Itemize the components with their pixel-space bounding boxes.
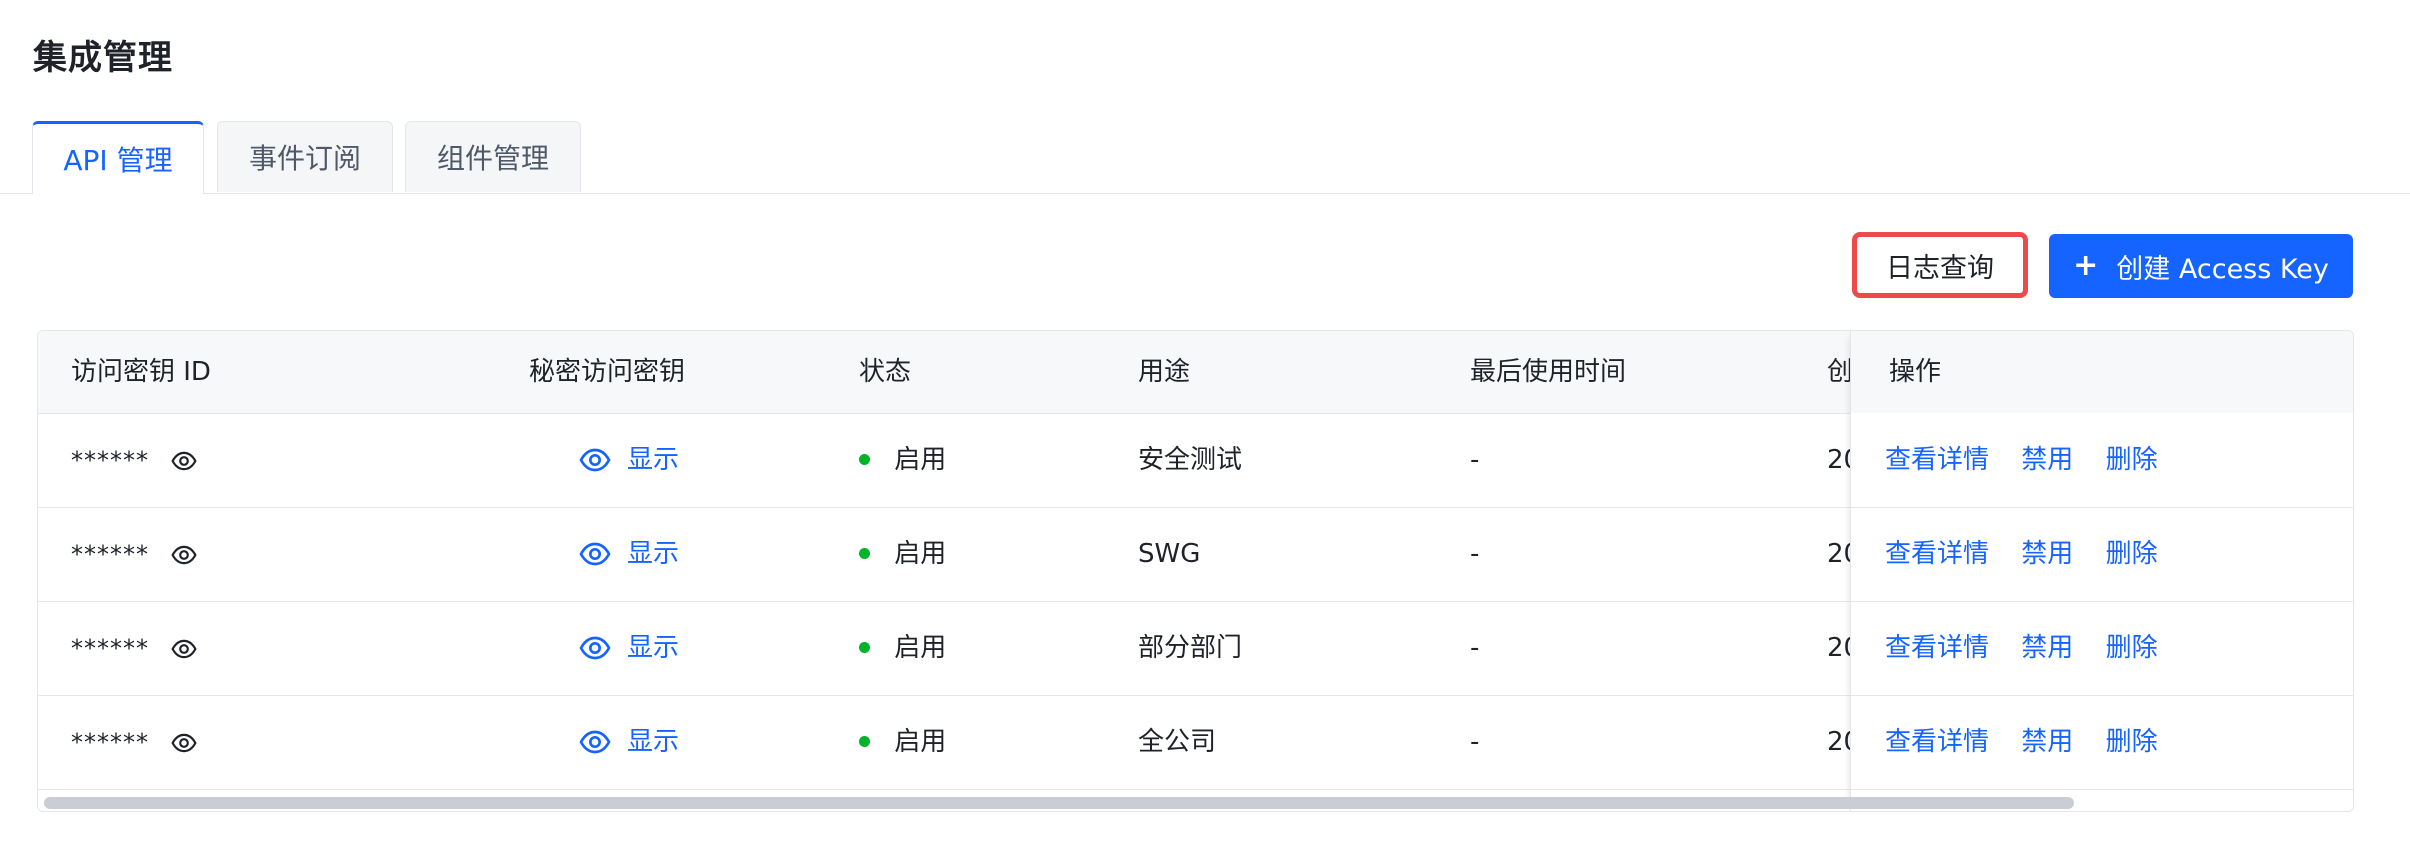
- header-ops: 操作: [1889, 357, 1942, 387]
- ops-row: 查看详情 禁用 删除: [1850, 601, 2353, 696]
- create-access-key-label: 创建 Access Key: [2116, 253, 2329, 285]
- tab-component-management[interactable]: 组件管理: [405, 121, 581, 192]
- show-secret-link[interactable]: 显示: [579, 413, 679, 507]
- last-used-cell: -: [1470, 539, 1480, 569]
- secret-cell: 显示: [529, 695, 829, 789]
- ops-cell: 查看详情 禁用 删除: [1885, 507, 2353, 601]
- key-id-cell: ******: [71, 601, 511, 695]
- header-last-used: 最后使用时间: [1470, 357, 1627, 387]
- status-dot: [859, 735, 870, 747]
- tab-bar: API 管理 事件订阅 组件管理: [0, 121, 2410, 194]
- view-detail-link[interactable]: 查看详情: [1885, 633, 1989, 663]
- key-id-masked: ******: [71, 634, 149, 663]
- show-secret-label: 显示: [627, 445, 680, 475]
- key-id-cell: ******: [71, 507, 511, 601]
- show-secret-link[interactable]: 显示: [579, 601, 679, 695]
- tab-event-subscription[interactable]: 事件订阅: [217, 121, 393, 192]
- status-cell: 启用: [859, 695, 1119, 789]
- show-secret-label: 显示: [627, 727, 680, 757]
- delete-link[interactable]: 删除: [2106, 539, 2158, 569]
- status-cell: 启用: [859, 601, 1119, 695]
- last-used-cell: -: [1470, 633, 1480, 663]
- eye-icon[interactable]: [171, 636, 197, 662]
- header-secret: 秘密访问密钥: [529, 357, 686, 387]
- key-id-cell: ******: [71, 695, 511, 789]
- eye-icon: [579, 730, 611, 754]
- view-detail-link[interactable]: 查看详情: [1885, 539, 1989, 569]
- disable-link[interactable]: 禁用: [2021, 445, 2073, 475]
- delete-link[interactable]: 删除: [2106, 445, 2158, 475]
- last-used-cell: -: [1470, 727, 1480, 757]
- delete-link[interactable]: 删除: [2106, 633, 2158, 663]
- eye-icon[interactable]: [171, 448, 197, 474]
- disable-link[interactable]: 禁用: [2021, 539, 2073, 569]
- key-id-masked: ******: [71, 540, 149, 569]
- secret-cell: 显示: [529, 507, 829, 601]
- status-text: 启用: [894, 445, 947, 475]
- eye-icon[interactable]: [171, 730, 197, 756]
- usage-cell: SWG: [1138, 539, 1201, 569]
- view-detail-link[interactable]: 查看详情: [1885, 727, 1989, 757]
- eye-icon[interactable]: [171, 542, 197, 568]
- show-secret-link[interactable]: 显示: [579, 695, 679, 789]
- disable-link[interactable]: 禁用: [2021, 727, 2073, 757]
- header-status: 状态: [859, 357, 912, 387]
- ops-cell: 查看详情 禁用 删除: [1885, 695, 2353, 789]
- horizontal-scrollbar[interactable]: [44, 797, 2074, 809]
- usage-cell: 全公司: [1138, 727, 1217, 757]
- tab-api-management[interactable]: API 管理: [32, 121, 204, 194]
- eye-icon: [579, 636, 611, 660]
- secret-cell: 显示: [529, 601, 829, 695]
- show-secret-link[interactable]: 显示: [579, 507, 679, 601]
- access-key-table: 访问密钥 ID 秘密访问密钥 状态 用途 最后使用时间 创 ****** 显示: [37, 330, 2354, 812]
- view-detail-link[interactable]: 查看详情: [1885, 445, 1989, 475]
- last-used-cell: -: [1470, 445, 1480, 475]
- key-id-masked: ******: [71, 728, 149, 757]
- status-dot: [859, 547, 870, 559]
- ops-row: 查看详情 禁用 删除: [1850, 413, 2353, 508]
- status-text: 启用: [894, 727, 947, 757]
- status-text: 启用: [894, 539, 947, 569]
- ops-cell: 查看详情 禁用 删除: [1885, 601, 2353, 695]
- ops-cell: 查看详情 禁用 删除: [1885, 413, 2353, 507]
- header-key-id: 访问密钥 ID: [71, 357, 211, 387]
- ops-row: 查看详情 禁用 删除: [1850, 695, 2353, 790]
- header-usage: 用途: [1138, 357, 1191, 387]
- disable-link[interactable]: 禁用: [2021, 633, 2073, 663]
- key-id-masked: ******: [71, 446, 149, 475]
- status-text: 启用: [894, 633, 947, 663]
- show-secret-label: 显示: [627, 539, 680, 569]
- secret-cell: 显示: [529, 413, 829, 507]
- create-access-key-button[interactable]: + 创建 Access Key: [2049, 234, 2353, 298]
- status-dot: [859, 641, 870, 653]
- ops-row: 查看详情 禁用 删除: [1850, 507, 2353, 602]
- eye-icon: [579, 542, 611, 566]
- log-query-label: 日志查询: [1886, 252, 1994, 284]
- eye-icon: [579, 448, 611, 472]
- usage-cell: 部分部门: [1138, 633, 1243, 663]
- delete-link[interactable]: 删除: [2106, 727, 2158, 757]
- key-id-cell: ******: [71, 413, 511, 507]
- log-query-button[interactable]: 日志查询: [1852, 232, 2028, 298]
- page-title: 集成管理: [33, 38, 173, 78]
- status-cell: 启用: [859, 413, 1119, 507]
- status-dot: [859, 453, 870, 465]
- status-cell: 启用: [859, 507, 1119, 601]
- usage-cell: 安全测试: [1138, 445, 1243, 475]
- show-secret-label: 显示: [627, 633, 680, 663]
- plus-icon: +: [2073, 248, 2099, 283]
